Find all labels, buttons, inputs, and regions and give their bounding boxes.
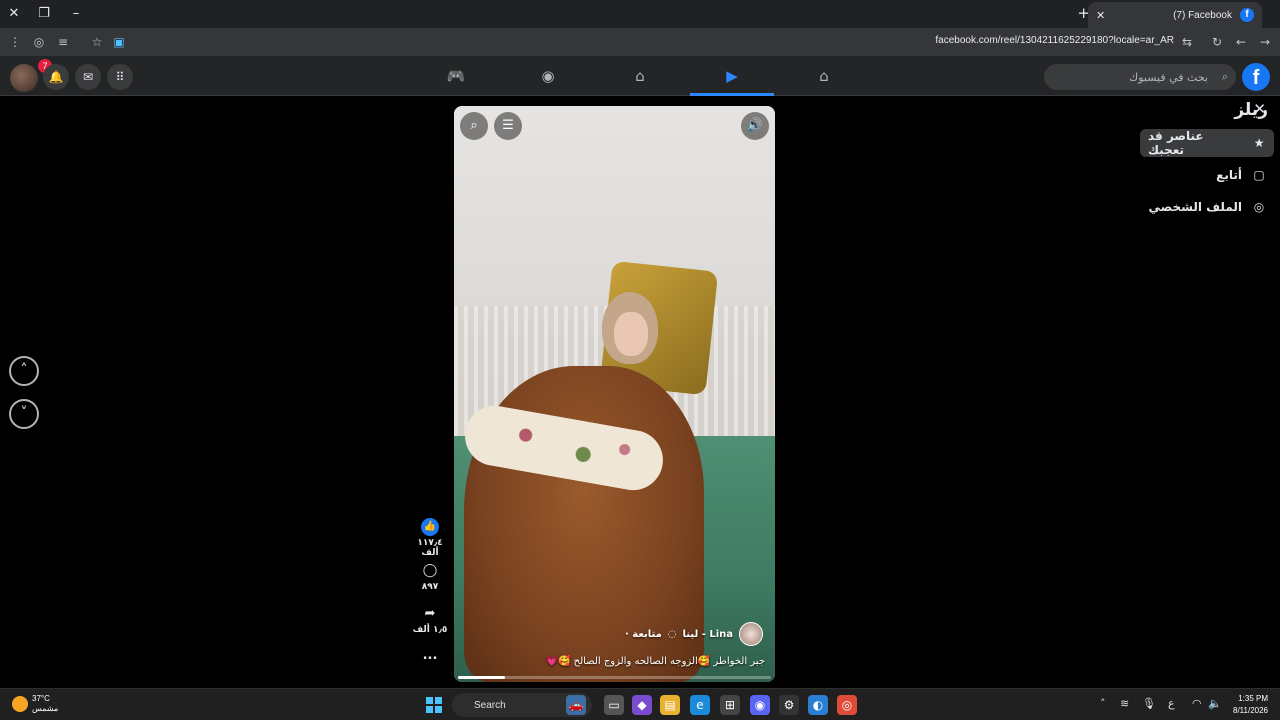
close-window-icon[interactable]: ✕: [4, 4, 24, 24]
tray-chevron-up-icon[interactable]: ˄: [1100, 697, 1106, 710]
clock-date: 8/11/2026: [1233, 706, 1268, 715]
close-icon[interactable]: ✕: [1253, 100, 1266, 118]
video-nav-icon[interactable]: ▶: [690, 56, 774, 96]
photos-app-icon[interactable]: ◐: [808, 695, 828, 715]
previous-reel-button[interactable]: ˄: [9, 356, 39, 386]
sun-icon: [12, 696, 28, 712]
following-icon: ▢: [1253, 168, 1265, 182]
bookmark-star-icon[interactable]: ☆: [88, 33, 106, 51]
sidebar-item-following[interactable]: ▢ أتابع: [1140, 161, 1274, 189]
forward-icon[interactable]: →: [1256, 33, 1274, 51]
gaming-nav-icon[interactable]: 🎮: [414, 56, 498, 96]
like-button[interactable]: 👍 ١١٧٫٤ ألف: [412, 518, 448, 558]
facebook-search-input[interactable]: [1044, 64, 1236, 90]
language-indicator[interactable]: ع: [1168, 697, 1175, 710]
owner-avatar[interactable]: [739, 622, 763, 646]
url-text[interactable]: facebook.com/reel/1304211625229180?local…: [935, 35, 1174, 46]
reel-progress-bar[interactable]: [458, 676, 771, 679]
owner-name[interactable]: لينا - Lina: [683, 629, 733, 640]
star-icon: ★: [1253, 136, 1265, 150]
video-list-icon[interactable]: ☰: [494, 112, 522, 140]
network-icon[interactable]: ≋: [1120, 697, 1129, 710]
profile-icon[interactable]: ◎: [30, 33, 48, 51]
reel-video[interactable]: ⌕ ☰ 🔊 لينا - Lina ◌ · متابعة جبر الخواطر…: [454, 106, 775, 682]
wifi-icon[interactable]: ◠: [1192, 697, 1202, 710]
facebook-logo-icon[interactable]: f: [1242, 63, 1270, 91]
start-button[interactable]: [426, 697, 442, 713]
discord-app-icon[interactable]: ◉: [750, 695, 770, 715]
sidebar-item-profile[interactable]: ◎ الملف الشخصي: [1140, 193, 1274, 221]
sidebar-item-suggested[interactable]: ★ عناصر قد تعجبك: [1140, 129, 1274, 157]
speaker-icon[interactable]: 🔈: [1208, 697, 1222, 710]
minimize-window-icon[interactable]: –: [66, 4, 86, 24]
microphone-icon[interactable]: 🎙: [1142, 697, 1156, 710]
sidebar-item-label: أتابع: [1216, 168, 1242, 182]
comment-button[interactable]: ◯ ٨٩٧: [412, 562, 448, 592]
settings-gear-icon[interactable]: ⚙: [779, 695, 799, 715]
site-settings-icon[interactable]: ⇆: [1178, 33, 1196, 51]
share-icon: ➦: [424, 606, 436, 621]
weather-desc: مشمس: [32, 704, 59, 713]
file-explorer-icon[interactable]: ▤: [660, 695, 680, 715]
taskbar-clock[interactable]: 1:35 PM 8/11/2026: [1233, 693, 1268, 717]
reel-caption: جبر الخواطر 🥰الزوجه الصالحه والزوج الصال…: [545, 656, 765, 667]
like-count: ١١٧٫٤ ألف: [417, 538, 443, 558]
car-app-icon[interactable]: 🚗: [566, 695, 586, 715]
back-icon[interactable]: ←: [1232, 33, 1250, 51]
clock-time: 1:35 PM: [1238, 694, 1268, 703]
marketplace-nav-icon[interactable]: ⌂: [598, 56, 682, 96]
person-face: [614, 312, 648, 356]
menu-grid-icon[interactable]: ⠿: [107, 64, 133, 90]
sidebar-item-label: الملف الشخصي: [1148, 200, 1242, 214]
chrome-browser-icon[interactable]: ◎: [837, 695, 857, 715]
next-reel-button[interactable]: ˅: [9, 399, 39, 429]
volume-icon[interactable]: 🔊: [741, 112, 769, 140]
follow-button[interactable]: · متابعة: [625, 629, 662, 640]
edge-browser-icon[interactable]: e: [690, 695, 710, 715]
chat-app-icon[interactable]: ◆: [632, 695, 652, 715]
address-bar: ⋮ ◎ ≡ ☆ ▣ facebook.com/reel/130421162522…: [0, 28, 1280, 56]
facebook-favicon-icon: f: [1240, 8, 1254, 22]
reload-icon[interactable]: ↻: [1208, 33, 1226, 51]
menu-icon[interactable]: ⋮: [6, 33, 24, 51]
windows-taskbar: 37°C مشمس ⌕ 🚗 ▭ ◆ ▤ e ⊞ ◉ ⚙ ◐ ◎ ˄ ≋ 🎙 ع …: [0, 688, 1280, 720]
account-avatar[interactable]: [10, 64, 38, 92]
notifications-bell-icon[interactable]: 🔔: [43, 64, 69, 90]
like-icon: 👍: [421, 518, 439, 536]
reading-list-icon[interactable]: ≡: [54, 33, 72, 51]
sidebar-item-label: عناصر قد تعجبك: [1148, 129, 1204, 157]
comment-icon: ◯: [422, 563, 438, 578]
weather-temp: 37°C: [32, 694, 50, 703]
groups-nav-icon[interactable]: ◉: [506, 56, 590, 96]
video-search-icon[interactable]: ⌕: [460, 112, 488, 140]
profile-icon: ◎: [1253, 200, 1265, 214]
restore-window-icon[interactable]: ❐: [34, 4, 54, 24]
browser-tab[interactable]: f (7) Facebook ✕: [1088, 2, 1262, 28]
comment-count: ٨٩٧: [421, 582, 439, 592]
store-app-icon[interactable]: ⊞: [720, 695, 740, 715]
home-nav-icon[interactable]: ⌂: [782, 56, 866, 96]
browser-tab-bar: ✕ ❐ – + f (7) Facebook ✕: [0, 0, 1280, 28]
reel-progress-fill: [458, 676, 505, 679]
facebook-header: 7 🔔 ✉ ⠿ 🎮 ◉ ⌂ ▶ ⌂ ⌕ f: [0, 56, 1280, 96]
more-options-button[interactable]: ...: [412, 648, 448, 663]
tab-title: (7) Facebook: [1173, 9, 1232, 21]
share-button[interactable]: ➦ ١٫٥ ألف: [412, 605, 448, 635]
share-count: ١٫٥ ألف: [412, 625, 448, 635]
extension-icon[interactable]: ▣: [110, 33, 128, 51]
close-tab-icon[interactable]: ✕: [1096, 9, 1105, 22]
messenger-icon[interactable]: ✉: [75, 64, 101, 90]
reel-owner[interactable]: لينا - Lina ◌ · متابعة: [625, 622, 763, 646]
globe-icon: ◌: [667, 628, 677, 640]
search-icon: ⌕: [1221, 70, 1228, 83]
weather-widget[interactable]: 37°C مشمس: [12, 694, 58, 714]
task-view-icon[interactable]: ▭: [604, 695, 624, 715]
